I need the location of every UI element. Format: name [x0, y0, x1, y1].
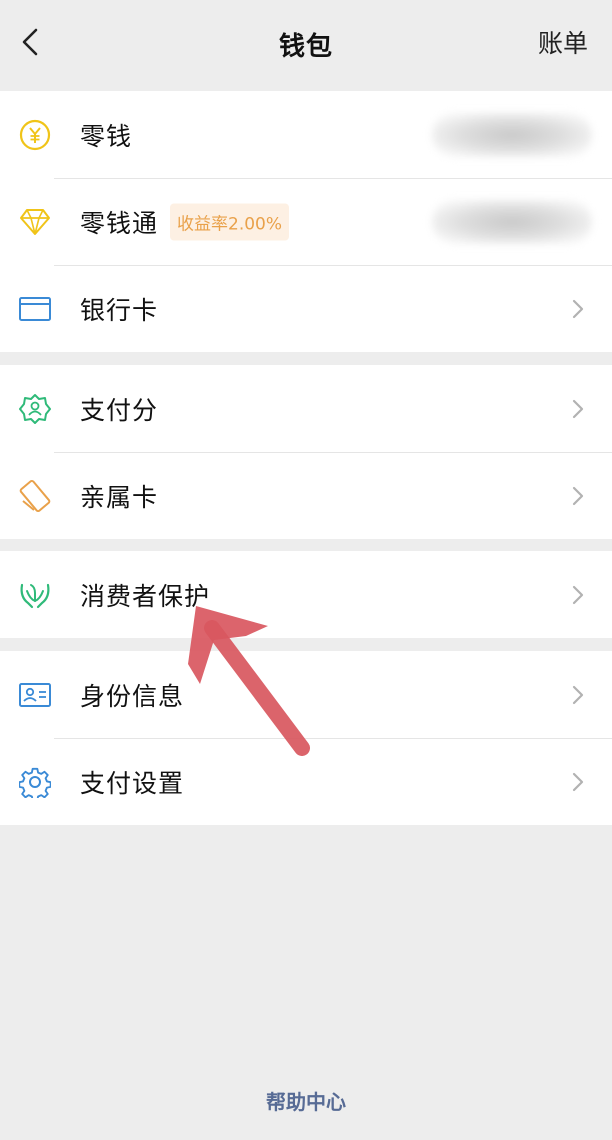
menu-item-label: 身份信息: [80, 681, 185, 711]
menu-item-lingqiantong[interactable]: 零钱通 收益率2.00%: [0, 178, 612, 265]
wallet-balance-group: 零钱 零钱通 收益率2.00% 银行卡: [0, 91, 612, 352]
menu-item-label: 支付设置: [80, 768, 185, 798]
credit-score-icon: [18, 392, 52, 426]
menu-item-bank-card[interactable]: 银行卡: [0, 265, 612, 352]
menu-item-family-card[interactable]: 亲属卡: [0, 452, 612, 539]
chevron-right-icon: [572, 299, 584, 318]
menu-item-label: 消费者保护: [80, 581, 211, 611]
menu-item-identity[interactable]: 身份信息: [0, 651, 612, 738]
menu-item-label: 银行卡: [80, 295, 159, 325]
menu-item-payment-score[interactable]: 支付分: [0, 365, 612, 452]
bank-card-icon: [18, 292, 52, 326]
blurred-balance: [432, 112, 592, 157]
menu-item-consumer-protection[interactable]: 消费者保护: [0, 551, 612, 638]
top-bar: 钱包 账单: [0, 0, 612, 88]
yield-rate-badge: 收益率2.00%: [170, 203, 290, 240]
menu-item-change[interactable]: 零钱: [0, 91, 612, 178]
chevron-right-icon: [572, 772, 584, 791]
chevron-right-icon: [572, 486, 584, 505]
blurred-balance: [432, 199, 592, 244]
menu-item-payment-settings[interactable]: 支付设置: [0, 738, 612, 825]
chevron-right-icon: [572, 399, 584, 418]
bill-button[interactable]: 账单: [538, 24, 588, 60]
yuan-coin-icon: [18, 118, 52, 152]
protection-hands-icon: [18, 578, 52, 612]
back-button[interactable]: [10, 22, 50, 62]
chevron-left-icon: [22, 28, 38, 56]
chevron-right-icon: [572, 585, 584, 604]
menu-item-label: 亲属卡: [80, 482, 159, 512]
menu-item-label: 支付分: [80, 395, 159, 425]
menu-item-label: 零钱通: [80, 208, 159, 238]
menu-item-label: 零钱: [80, 121, 133, 151]
gear-icon: [18, 765, 52, 799]
id-card-icon: [18, 678, 52, 712]
services-group: 支付分 亲属卡: [0, 365, 612, 539]
wallet-page: 钱包 账单 零钱 零钱通 收益率2.00% 银行卡 支付分 亲属卡 消费者保护 …: [0, 0, 612, 1140]
chevron-right-icon: [572, 685, 584, 704]
page-title: 钱包: [278, 31, 333, 62]
family-card-icon: [18, 479, 52, 513]
diamond-icon: [18, 205, 52, 239]
protection-group: 消费者保护: [0, 551, 612, 638]
settings-group: 身份信息 支付设置: [0, 651, 612, 825]
help-center-link[interactable]: 帮助中心: [0, 1086, 612, 1115]
